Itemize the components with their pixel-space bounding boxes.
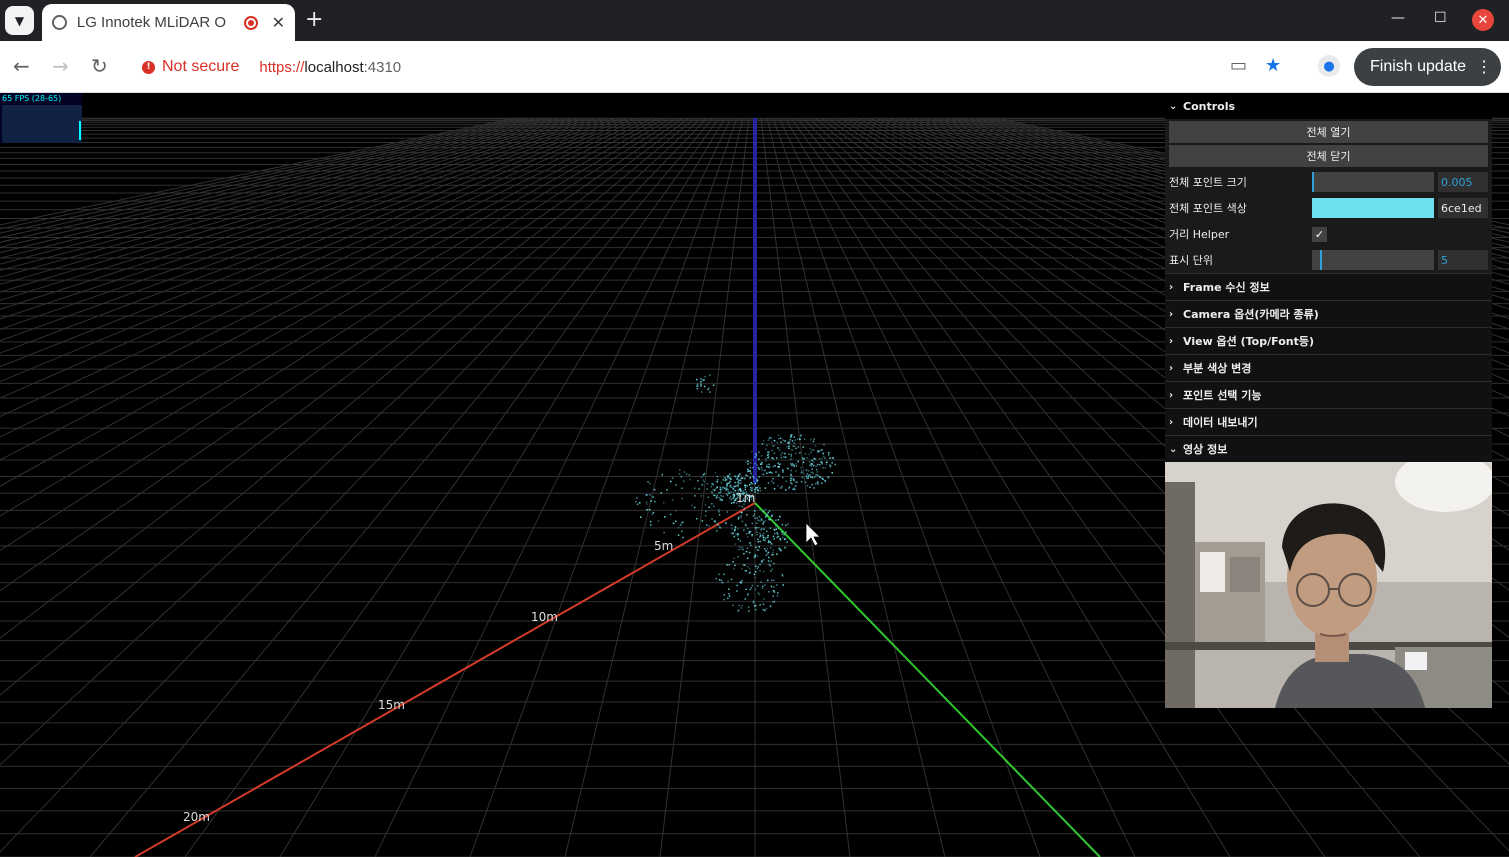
display-unit-slider[interactable] xyxy=(1312,250,1434,270)
folder-point-select[interactable]: › 포인트 선택 기능 xyxy=(1165,381,1492,408)
address-bar[interactable]: ! Not secure https://localhost:4310 xyxy=(130,48,1300,86)
folder-frame-info[interactable]: › Frame 수신 정보 xyxy=(1165,273,1492,300)
tab-title: LG Innotek MLiDAR O xyxy=(76,14,227,31)
distance-helper-checkbox[interactable]: ✓ xyxy=(1312,226,1327,242)
chevron-right-icon: › xyxy=(1169,281,1174,293)
folder-view-options[interactable]: › View 옵션 (Top/Font등) xyxy=(1165,327,1492,354)
distance-label-15m: 15m xyxy=(378,698,405,712)
chevron-down-icon: ⌄ xyxy=(1169,443,1178,455)
url-host: localhost xyxy=(304,58,364,76)
back-icon[interactable]: ← xyxy=(13,55,30,77)
x-axis-line xyxy=(134,502,756,857)
folder-label: 포인트 선택 기능 xyxy=(1183,389,1262,402)
camera-in-use-icon[interactable]: ▭ xyxy=(1230,55,1247,76)
url-scheme: https:// xyxy=(259,58,305,76)
recording-icon xyxy=(243,15,258,30)
forward-icon[interactable]: → xyxy=(52,55,69,77)
distance-label-5m: 5m xyxy=(654,539,674,553)
fps-stats-panel[interactable]: 65 FPS (28-65) xyxy=(0,93,82,143)
url-port: :4310 xyxy=(363,58,402,76)
point-size-row: 전체 포인트 크기 0.005 xyxy=(1165,169,1492,195)
point-size-slider-fill xyxy=(1312,172,1314,192)
chevron-right-icon: › xyxy=(1169,308,1174,320)
open-all-button[interactable]: 전체 열기 xyxy=(1169,121,1488,143)
distance-label-20m: 20m xyxy=(183,810,210,824)
controls-title[interactable]: ⌄ Controls xyxy=(1165,93,1492,119)
tab-search-button[interactable]: ▼ xyxy=(5,6,34,35)
webcam-video-feed xyxy=(1165,462,1492,708)
url-text[interactable]: https://localhost:4310 xyxy=(259,59,401,76)
folder-video-info[interactable]: ⌄ 영상 정보 xyxy=(1165,435,1492,462)
warning-icon: ! xyxy=(142,60,155,74)
tab-strip: ▼ LG Innotek MLiDAR O ✕ + — ☐ ✕ xyxy=(0,0,1509,41)
point-color-input[interactable]: 6ce1ed xyxy=(1438,198,1488,218)
active-tab[interactable]: LG Innotek MLiDAR O ✕ xyxy=(42,4,295,41)
folder-label: 영상 정보 xyxy=(1183,443,1228,456)
minimize-icon[interactable]: — xyxy=(1391,10,1405,26)
point-color-row: 전체 포인트 색상 6ce1ed xyxy=(1165,195,1492,221)
chevron-right-icon: › xyxy=(1169,389,1174,401)
distance-helper-label: 거리 Helper xyxy=(1169,228,1230,241)
point-size-label: 전체 포인트 크기 xyxy=(1169,176,1247,189)
new-tab-button[interactable]: + xyxy=(305,8,323,32)
finish-update-label: Finish update xyxy=(1370,58,1467,75)
folder-label: View 옵션 (Top/Font등) xyxy=(1183,335,1314,348)
finish-update-button[interactable]: Finish update ⋮ xyxy=(1354,48,1501,86)
chevron-down-icon: ⌄ xyxy=(1169,100,1178,112)
display-unit-slider-fill xyxy=(1312,250,1322,270)
display-unit-row: 표시 단위 5 xyxy=(1165,247,1492,273)
mouse-cursor-icon xyxy=(805,522,821,547)
close-tab-icon[interactable]: ✕ xyxy=(272,13,285,32)
fps-readout: 65 FPS (28-65) xyxy=(2,94,62,103)
chevron-right-icon: › xyxy=(1169,335,1174,347)
folder-label: Camera 옵션(카메라 종류) xyxy=(1183,308,1319,321)
folder-label: 데이터 내보내기 xyxy=(1183,416,1258,429)
distance-label-10m: 10m xyxy=(531,610,558,624)
folder-partial-color[interactable]: › 부분 색상 변경 xyxy=(1165,354,1492,381)
distance-helper-row: 거리 Helper ✓ xyxy=(1165,221,1492,247)
point-size-input[interactable]: 0.005 xyxy=(1438,172,1488,192)
point-color-label: 전체 포인트 색상 xyxy=(1169,202,1247,215)
close-all-button[interactable]: 전체 닫기 xyxy=(1169,145,1488,167)
chevron-down-icon: ▼ xyxy=(14,13,25,28)
display-unit-label: 표시 단위 xyxy=(1169,254,1213,267)
security-label: Not secure xyxy=(162,58,240,75)
display-unit-input[interactable]: 5 xyxy=(1438,250,1488,270)
folder-data-export[interactable]: › 데이터 내보내기 xyxy=(1165,408,1492,435)
lidar-3d-viewport[interactable]: 1m 5m 10m 15m 20m 65 FPS (28-65) ⌄ Contr… xyxy=(0,93,1509,857)
controls-title-label: Controls xyxy=(1183,99,1236,113)
maximize-icon[interactable]: ☐ xyxy=(1434,10,1447,26)
point-color-swatch[interactable] xyxy=(1312,198,1434,218)
chevron-right-icon: › xyxy=(1169,362,1174,374)
fps-graph-bar xyxy=(79,121,81,140)
controls-panel: ⌄ Controls 전체 열기 전체 닫기 전체 포인트 크기 0.005 전… xyxy=(1165,93,1492,708)
security-chip[interactable]: ! Not secure xyxy=(142,58,239,76)
browser-toolbar: ← → ↻ ! Not secure https://localhost:431… xyxy=(0,41,1509,93)
folder-label: Frame 수신 정보 xyxy=(1183,281,1270,294)
folder-label: 부분 색상 변경 xyxy=(1183,362,1252,375)
profile-avatar-icon[interactable]: ● xyxy=(1318,55,1340,77)
globe-icon xyxy=(52,15,67,30)
chevron-right-icon: › xyxy=(1169,416,1174,428)
distance-label-1m: 1m xyxy=(736,491,756,505)
folder-camera-options[interactable]: › Camera 옵션(카메라 종류) xyxy=(1165,300,1492,327)
bookmark-star-icon[interactable]: ★ xyxy=(1265,55,1281,76)
point-size-slider[interactable] xyxy=(1312,172,1434,192)
reload-icon[interactable]: ↻ xyxy=(91,55,108,77)
window-close-icon[interactable]: ✕ xyxy=(1472,9,1494,31)
more-menu-icon: ⋮ xyxy=(1476,59,1493,76)
fps-graph xyxy=(2,105,82,143)
